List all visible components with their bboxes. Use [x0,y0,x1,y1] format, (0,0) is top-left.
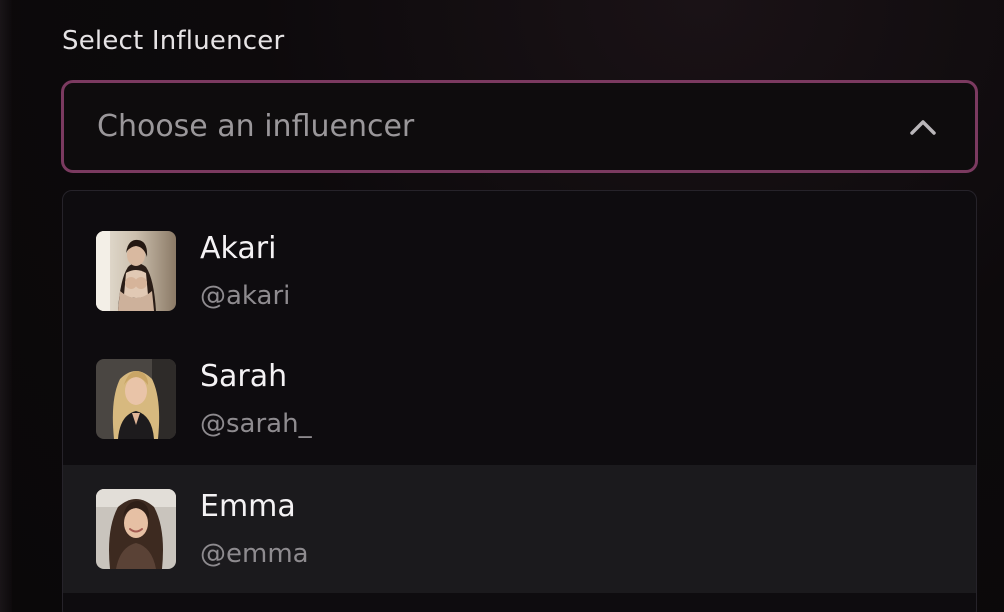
field-label: Select Influencer [62,26,285,56]
chevron-up-icon[interactable] [909,117,937,137]
select-placeholder: Choose an influencer [97,109,415,144]
avatar-photo-sarah [96,359,176,439]
option-handle: @akari [200,281,291,311]
option-handle: @sarah_ [200,409,312,439]
influencer-select[interactable]: Choose an influencer [61,80,978,173]
option-handle: @emma [200,539,309,569]
option-akari[interactable]: Akari @akari [63,191,976,319]
avatar-photo-emma [96,489,176,569]
influencer-dropdown-list: Akari @akari Sarah @sarah_ Emma @emma [62,190,977,612]
option-name: Sarah [200,359,288,394]
option-name: Emma [200,489,296,524]
left-edge-shadow [0,0,12,612]
avatar-photo-akari [96,231,176,311]
option-name: Akari [200,231,277,266]
option-sarah[interactable]: Sarah @sarah_ [63,319,976,447]
page: Select Influencer Choose an influencer A… [0,0,1004,612]
option-emma[interactable]: Emma @emma [63,465,976,593]
